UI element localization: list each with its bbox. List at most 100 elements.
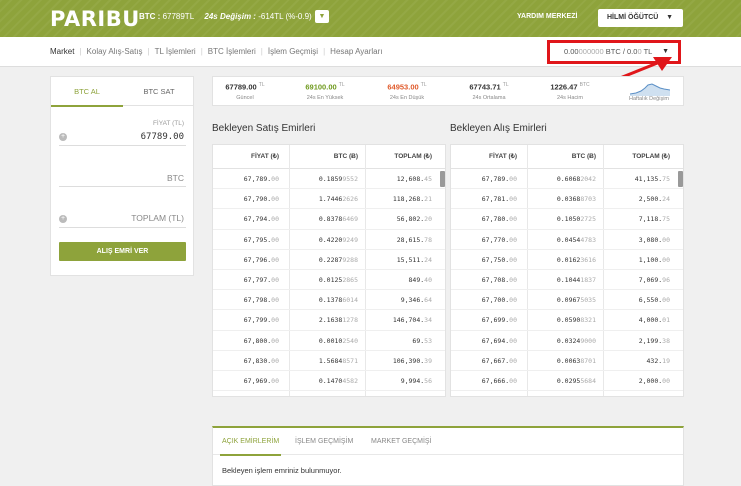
table-row[interactable]: 67,708.00 0.10441837 7,069.96 xyxy=(451,270,683,291)
column-header-price[interactable]: FİYAT (₺) xyxy=(251,145,279,169)
table-row[interactable]: 67,694.00 0.03249000 2,199.38 xyxy=(451,331,683,351)
table-row[interactable]: 67,666.00 0.02955684 2,000.00 xyxy=(451,371,683,392)
nav-links: Market | Kolay Alış-Satış | TL İşlemleri | BTC… xyxy=(50,47,383,56)
total-cell: 2,407.00 xyxy=(639,391,670,396)
sell-orders-table: FİYAT (₺) BTC (Ƀ) TOPLAM (₺) 67,789.00 0.… xyxy=(212,144,446,397)
table-row[interactable]: 67,789.00 0.60682042 41,135.75 xyxy=(451,169,683,190)
btc-amount-cell: 0.00638701 xyxy=(556,356,596,365)
table-row[interactable]: 67,781.00 0.03688703 2,500.24 xyxy=(451,189,683,210)
table-row[interactable]: 67,798.00 0.13786014 9,346.64 xyxy=(213,290,445,311)
ticker-change-value: -614TL (%-0.9) xyxy=(258,12,312,21)
nav-tl-transactions[interactable]: TL İşlemleri xyxy=(155,47,196,56)
stat-24h-volume: 1226.47 BTC 24s Hacim xyxy=(543,82,597,101)
table-row[interactable]: 67,667.00 0.00638701 432.19 xyxy=(451,351,683,371)
btc-amount-cell: 0.13786014 xyxy=(318,296,358,305)
table-row[interactable]: 67,796.00 0.22879288 15,511.24 xyxy=(213,250,445,270)
price-cell: 67,830.00 xyxy=(243,356,279,365)
table-row[interactable]: 67,750.00 0.01623616 1,100.00 xyxy=(451,250,683,270)
total-cell: 9,346.64 xyxy=(400,296,432,305)
table-row[interactable]: 67,797.00 0.01252865 849.40 xyxy=(213,270,445,291)
ticker-dropdown-button[interactable]: ▼ xyxy=(315,10,329,23)
total-cell: 15,511.24 xyxy=(396,255,432,264)
nav-separator: | xyxy=(147,47,150,56)
nav-separator: | xyxy=(323,47,326,56)
table-header: FİYAT (₺) BTC (Ƀ) TOPLAM (₺) xyxy=(213,145,445,169)
stat-label: 24s En Yüksek xyxy=(306,94,344,101)
table-row[interactable]: 67,794.00 0.83786469 56,802.20 xyxy=(213,209,445,230)
chevron-down-icon: ▼ xyxy=(318,13,326,20)
price-cell: 67,700.00 xyxy=(481,296,517,305)
total-cell: 2,500.24 xyxy=(638,195,670,204)
price-input[interactable]: 67789.00 xyxy=(141,132,184,142)
table-row[interactable]: 67,789.00 0.18599552 12,608.45 xyxy=(213,169,445,190)
total-cell: 6,550.00 xyxy=(638,296,670,305)
plus-icon[interactable]: + xyxy=(59,133,67,141)
nav-easy-trade[interactable]: Kolay Alış-Satış xyxy=(87,47,143,56)
place-buy-order-button[interactable]: ALIŞ EMRİ VER xyxy=(59,242,186,261)
table-row[interactable]: 67,790.00 1.74462626 118,268.21 xyxy=(213,189,445,210)
table-row[interactable]: 67,665.00 0.03556212 2,407.00 xyxy=(451,391,683,396)
tab-my-trade-history[interactable]: İŞLEM GEÇMİŞİM xyxy=(295,428,353,455)
input-divider xyxy=(59,145,186,146)
help-center-link[interactable]: YARDIM MERKEZİ xyxy=(517,13,577,20)
table-scrollbar[interactable] xyxy=(440,171,445,187)
column-header-total[interactable]: TOPLAM (₺) xyxy=(394,145,432,169)
price-cell: 67,781.00 xyxy=(481,195,517,204)
table-row[interactable]: 67,795.00 0.42209249 28,615.78 xyxy=(213,230,445,250)
stat-24h-low: 64953.00 TL 24s En Düşük xyxy=(381,82,433,101)
table-row[interactable]: 67,700.00 0.09675035 6,550.00 xyxy=(451,290,683,311)
buy-orders-title: Bekleyen Alış Emirleri xyxy=(450,123,547,134)
tab-market-history[interactable]: MARKET GEÇMİŞİ xyxy=(371,428,432,455)
stat-value: 64953.00 TL xyxy=(387,82,427,92)
table-row[interactable]: 67,770.00 0.04544783 3,080.00 xyxy=(451,230,683,250)
btc-amount-cell: 0.01252865 xyxy=(318,275,358,284)
btc-amount-cell: 0.10441837 xyxy=(556,275,596,284)
table-row[interactable]: 67,800.00 0.00102540 69.53 xyxy=(213,331,445,351)
nav-account-settings[interactable]: Hesap Ayarları xyxy=(330,47,382,56)
my-orders-panel: AÇIK EMİRLERİM İŞLEM GEÇMİŞİM MARKET GEÇ… xyxy=(212,426,684,486)
nav-transaction-history[interactable]: İşlem Geçmişi xyxy=(268,47,318,56)
tab-btc-buy[interactable]: BTC AL xyxy=(51,77,123,107)
table-row[interactable]: 67,830.00 1.56848571 106,390.39 xyxy=(213,351,445,371)
total-cell: 1,100.00 xyxy=(638,255,670,264)
table-row[interactable]: 67,969.00 0.14704582 9,994.56 xyxy=(213,371,445,392)
total-cell: 4,000.01 xyxy=(638,316,670,325)
table-row[interactable]: 67,971.00 0.02375316 1,616.50 xyxy=(213,391,445,396)
user-menu-button[interactable]: HİLMİ ÖĞÜTCÜ ▼ xyxy=(598,9,683,27)
btc-amount-input[interactable]: BTC xyxy=(167,173,184,183)
table-row[interactable]: 67,780.00 0.10502725 7,118.75 xyxy=(451,209,683,230)
stat-24h-average: 67743.71 TL 24s Ortalama xyxy=(463,82,515,101)
table-row[interactable]: 67,799.00 2.16381278 146,704.34 xyxy=(213,310,445,331)
column-header-total[interactable]: TOPLAM (₺) xyxy=(632,145,670,169)
balance-btc-value: 0.00 xyxy=(564,47,579,56)
total-cell: 12,608.45 xyxy=(396,175,432,183)
ticker-pair: BTC : xyxy=(139,12,161,21)
total-cell: 432.19 xyxy=(646,356,670,365)
table-scrollbar[interactable] xyxy=(678,171,683,187)
plus-icon[interactable]: + xyxy=(59,215,67,223)
btc-amount-cell: 0.14704582 xyxy=(318,376,358,385)
nav-market[interactable]: Market xyxy=(50,47,74,56)
price-cell: 67,796.00 xyxy=(243,255,279,264)
nav-btc-transactions[interactable]: BTC İşlemleri xyxy=(208,47,256,56)
sell-orders-title: Bekleyen Satış Emirleri xyxy=(212,123,316,134)
btc-amount-cell: 0.60682042 xyxy=(556,175,596,183)
btc-amount-cell: 0.10502725 xyxy=(556,215,596,224)
column-header-price[interactable]: FİYAT (₺) xyxy=(489,145,517,169)
tab-btc-sell[interactable]: BTC SAT xyxy=(123,77,195,106)
nav-separator: | xyxy=(260,47,263,56)
column-header-btc[interactable]: BTC (Ƀ) xyxy=(334,145,358,169)
btc-amount-cell: 1.56848571 xyxy=(318,356,358,365)
tab-open-orders[interactable]: AÇIK EMİRLERİM xyxy=(219,428,282,456)
paribu-logo[interactable]: PARIBU xyxy=(50,7,140,31)
price-cell: 67,971.00 xyxy=(244,391,279,396)
stat-value: 1226.47 BTC xyxy=(550,82,590,92)
total-cell: 118,268.21 xyxy=(392,195,432,204)
column-header-btc[interactable]: BTC (Ƀ) xyxy=(572,145,596,169)
stat-label: Güncel xyxy=(236,94,254,101)
btc-amount-cell: 0.22879288 xyxy=(318,255,358,264)
total-cell: 9,994.56 xyxy=(400,376,432,385)
total-cell: 146,704.34 xyxy=(392,316,432,325)
total-tl-input[interactable]: TOPLAM (TL) xyxy=(131,213,184,223)
table-row[interactable]: 67,699.00 0.05908321 4,000.01 xyxy=(451,310,683,331)
